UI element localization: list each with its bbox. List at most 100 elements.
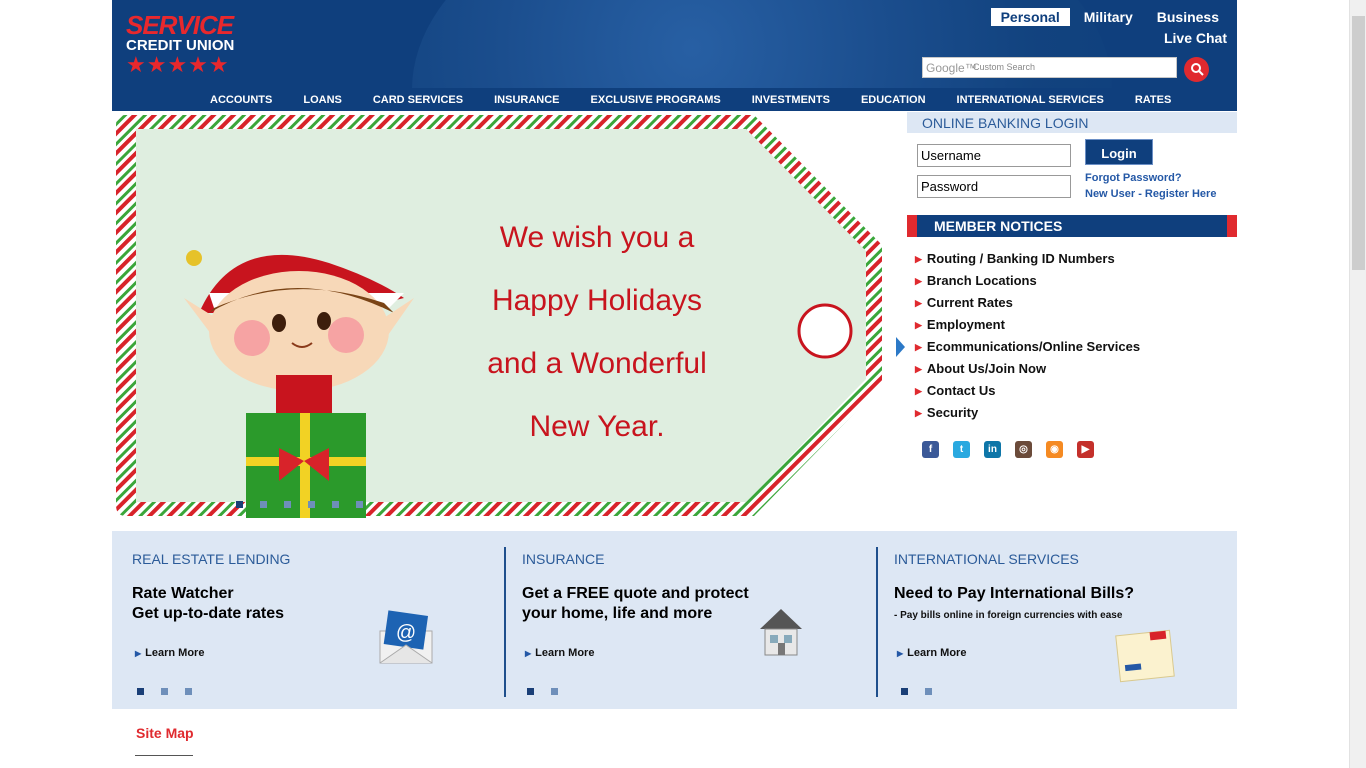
caret-right-icon: ▶ xyxy=(915,408,922,418)
page-scrollbar[interactable] xyxy=(1349,0,1366,768)
nav-card-services[interactable]: CARD SERVICES xyxy=(373,94,463,106)
holiday-line-3: and a Wonderful xyxy=(487,347,707,380)
holiday-line-4: New Year. xyxy=(529,410,665,443)
search-placeholder: Custom Search xyxy=(973,62,1036,72)
caret-right-icon: ▶ xyxy=(915,254,922,264)
notice-contact-us[interactable]: ▶ Contact Us xyxy=(915,382,1140,404)
nav-education[interactable]: EDUCATION xyxy=(861,94,926,106)
caret-right-icon: ▶ xyxy=(135,649,142,658)
notice-label: Ecommunications/Online Services xyxy=(926,339,1141,354)
notice-label: Branch Locations xyxy=(926,273,1037,288)
nav-loans[interactable]: LOANS xyxy=(303,94,342,106)
scrollbar-thumb[interactable] xyxy=(1352,16,1365,270)
notice-label: Contact Us xyxy=(926,383,996,398)
notice-ecommunications[interactable]: ▶ Ecommunications/Online Services xyxy=(915,338,1140,360)
segment-military[interactable]: Military xyxy=(1074,8,1143,26)
search-button[interactable] xyxy=(1184,57,1209,82)
google-brand-label: Google™ xyxy=(926,61,977,75)
promo-dot[interactable] xyxy=(527,688,534,695)
learn-more-label: Learn More xyxy=(535,647,595,659)
live-chat-link[interactable]: Live Chat xyxy=(1164,30,1227,46)
caret-right-icon: ▶ xyxy=(915,276,922,286)
learn-more-link[interactable]: ▶ Learn More xyxy=(135,647,204,659)
member-notices-heading: MEMBER NOTICES xyxy=(907,215,1237,237)
username-field[interactable] xyxy=(917,144,1071,167)
promo-headline-line: Rate Watcher xyxy=(132,585,234,602)
promo-dot[interactable] xyxy=(551,688,558,695)
learn-more-link[interactable]: ▶ Learn More xyxy=(525,647,594,659)
promo-pagination xyxy=(137,688,192,695)
next-slide-arrow-icon[interactable] xyxy=(896,337,905,357)
nav-exclusive-programs[interactable]: EXCLUSIVE PROGRAMS xyxy=(591,94,721,106)
divider xyxy=(135,755,193,756)
holiday-message: We wish you a Happy Holidays and a Wonde… xyxy=(457,206,737,458)
instagram-icon[interactable]: ◎ xyxy=(1015,441,1032,458)
promo-pagination xyxy=(901,688,932,695)
nav-rates[interactable]: RATES xyxy=(1135,94,1171,106)
notice-about-us[interactable]: ▶ About Us/Join Now xyxy=(915,360,1140,382)
facebook-icon[interactable]: f xyxy=(922,441,939,458)
caret-right-icon: ▶ xyxy=(915,342,922,352)
site-header: SERVICE CREDIT UNION ★★★★★ Personal Mili… xyxy=(112,0,1237,88)
notice-current-rates[interactable]: ▶ Current Rates xyxy=(915,294,1140,316)
forgot-password-link[interactable]: Forgot Password? xyxy=(1085,172,1182,184)
nav-investments[interactable]: INVESTMENTS xyxy=(752,94,830,106)
notice-routing-numbers[interactable]: ▶ Routing / Banking ID Numbers xyxy=(915,250,1140,272)
youtube-icon[interactable]: ▶ xyxy=(1077,441,1094,458)
main-nav: ACCOUNTS LOANS CARD SERVICES INSURANCE E… xyxy=(112,88,1237,111)
slide-dot[interactable] xyxy=(284,501,291,508)
house-icon xyxy=(760,609,802,656)
rss-icon[interactable]: ◉ xyxy=(1046,441,1063,458)
notice-label: Current Rates xyxy=(926,295,1013,310)
promo-dot[interactable] xyxy=(185,688,192,695)
promo-heading: INSURANCE xyxy=(522,551,605,567)
linkedin-icon[interactable]: in xyxy=(984,441,1001,458)
page: SERVICE CREDIT UNION ★★★★★ Personal Mili… xyxy=(112,0,1237,768)
register-link[interactable]: New User - Register Here xyxy=(1085,188,1216,200)
caret-right-icon: ▶ xyxy=(915,298,922,308)
notice-employment[interactable]: ▶ Employment xyxy=(915,316,1140,338)
caret-right-icon: ▶ xyxy=(915,364,922,374)
caret-right-icon: ▶ xyxy=(525,649,532,658)
slide-dot[interactable] xyxy=(332,501,339,508)
learn-more-label: Learn More xyxy=(907,647,967,659)
social-links: f t in ◎ ◉ ▶ xyxy=(922,441,1094,458)
promo-strip: REAL ESTATE LENDING Rate Watcher Get up-… xyxy=(112,531,1237,709)
learn-more-label: Learn More xyxy=(145,647,205,659)
holiday-banner[interactable]: We wish you a Happy Holidays and a Wonde… xyxy=(112,111,907,521)
promo-international: INTERNATIONAL SERVICES Need to Pay Inter… xyxy=(874,531,1237,709)
promo-headline: Rate Watcher Get up-to-date rates xyxy=(132,584,284,624)
learn-more-link[interactable]: ▶ Learn More xyxy=(897,647,966,659)
promo-headline-line: your home, life and more xyxy=(522,605,713,622)
promo-dot[interactable] xyxy=(901,688,908,695)
nav-accounts[interactable]: ACCOUNTS xyxy=(210,94,272,106)
segment-personal[interactable]: Personal xyxy=(990,8,1070,26)
search-input[interactable]: Google™ Custom Search xyxy=(922,57,1177,78)
search-icon xyxy=(1190,63,1204,76)
login-button[interactable]: Login xyxy=(1085,139,1153,165)
notice-label: Routing / Banking ID Numbers xyxy=(926,251,1115,266)
slide-dot[interactable] xyxy=(260,501,267,508)
nav-insurance[interactable]: INSURANCE xyxy=(494,94,559,106)
slide-dot[interactable] xyxy=(236,501,243,508)
twitter-icon[interactable]: t xyxy=(953,441,970,458)
promo-dot[interactable] xyxy=(161,688,168,695)
logo[interactable]: SERVICE CREDIT UNION ★★★★★ xyxy=(126,12,256,78)
slide-pagination xyxy=(236,501,363,508)
promo-headline: Need to Pay International Bills? xyxy=(894,584,1134,604)
slide-dot[interactable] xyxy=(308,501,315,508)
promo-dot[interactable] xyxy=(925,688,932,695)
site-map-link[interactable]: Site Map xyxy=(136,725,194,741)
notice-branch-locations[interactable]: ▶ Branch Locations xyxy=(915,272,1140,294)
nav-international-services[interactable]: INTERNATIONAL SERVICES xyxy=(957,94,1104,106)
card-graphic xyxy=(1115,629,1175,683)
password-field[interactable] xyxy=(917,175,1071,198)
promo-dot[interactable] xyxy=(137,688,144,695)
segment-business[interactable]: Business xyxy=(1147,8,1229,26)
slide-dot[interactable] xyxy=(356,501,363,508)
notice-label: Security xyxy=(926,405,979,420)
notice-security[interactable]: ▶ Security xyxy=(915,404,1140,426)
holiday-line-1: We wish you a xyxy=(499,221,695,254)
promo-heading: INTERNATIONAL SERVICES xyxy=(894,551,1079,567)
caret-right-icon: ▶ xyxy=(897,649,904,658)
